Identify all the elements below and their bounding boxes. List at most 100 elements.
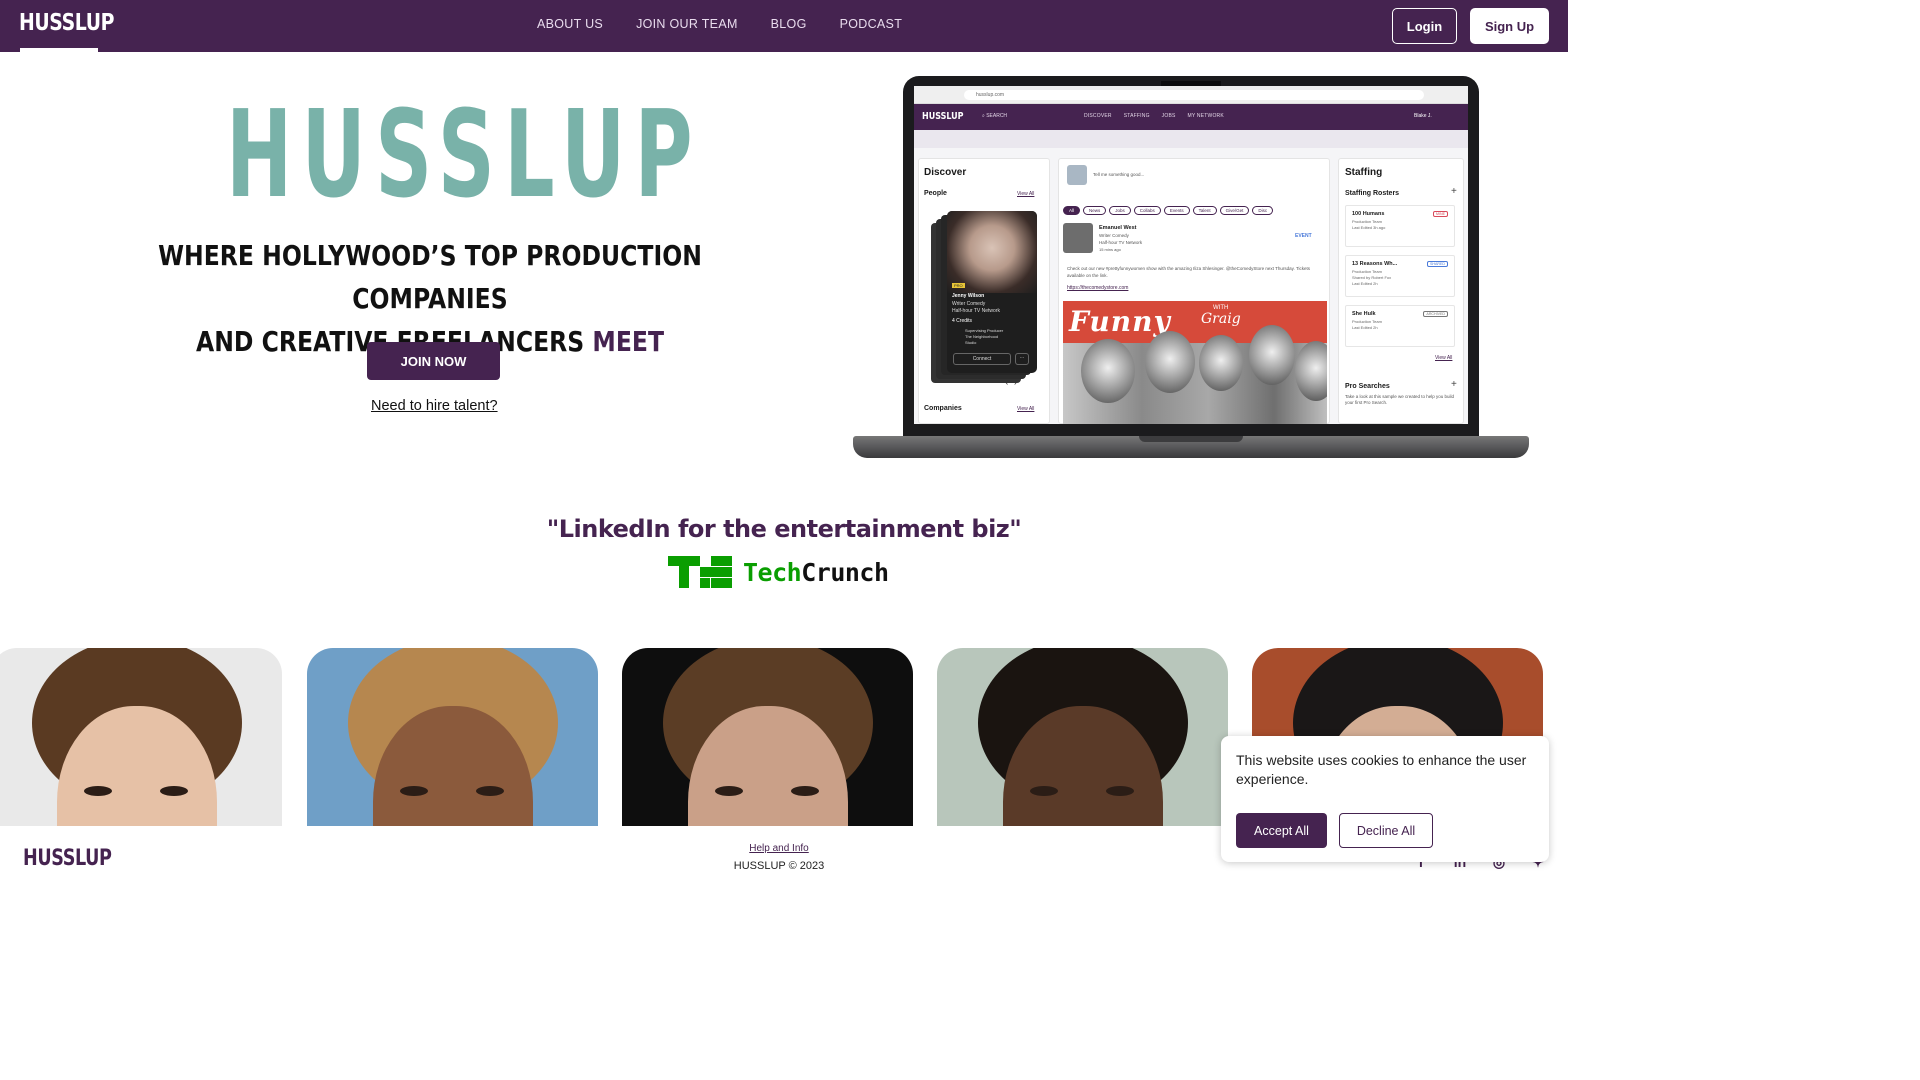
roster-meta: Last Edited 2h [1352, 325, 1378, 330]
hero-wordmark: HUSSLUP [226, 86, 702, 225]
post-image-sub: Graig [1201, 311, 1241, 327]
post-author-company: Half-hour TV Network [1099, 240, 1143, 245]
app-preview-navbar: HUSSLUP ⌕ SEARCH DISCOVER STAFFING JOBS … [914, 104, 1468, 130]
app-preview-banner [914, 130, 1468, 148]
person-company: Half-hour TV Network [952, 308, 1000, 314]
login-button[interactable]: Login [1392, 8, 1457, 44]
nav-link-about-us[interactable]: ABOUT US [537, 17, 603, 31]
roster-team: Production Team [1352, 269, 1382, 274]
post-link: https://thecomedystore.com [1067, 285, 1129, 291]
nav-link-podcast[interactable]: PODCAST [840, 17, 903, 31]
post-image-face-4 [1249, 325, 1295, 385]
app-preview-nav-staffing: STAFFING [1123, 113, 1150, 119]
app-preview-nav-my-network: MY NETWORK [1187, 113, 1224, 119]
hero-tagline-line1: WHERE HOLLYWOOD’S TOP PRODUCTION COMPANI… [158, 239, 702, 315]
hire-talent-link[interactable]: Need to hire talent? [371, 398, 498, 414]
app-preview-body: Discover People View All PRO Jenny Wilso… [914, 148, 1468, 424]
signup-button[interactable]: Sign Up [1470, 8, 1549, 44]
post-text: Check out our new #prettyfunnywomen show… [1067, 266, 1311, 278]
credit-role: Supervising Producer [965, 328, 1004, 333]
roster-name: 13 Reasons Wh... [1352, 261, 1398, 267]
composer-placeholder: Tell me something good... [1093, 172, 1145, 177]
post-image-face-3 [1199, 335, 1243, 391]
companies-view-all: View All [1017, 406, 1035, 412]
top-nav: HUSSLUP ABOUT US JOIN OUR TEAM BLOG PODC… [0, 0, 1568, 52]
app-preview-nav: DISCOVER STAFFING JOBS MY NETWORK [1084, 113, 1224, 119]
roster-name: 100 Humans [1352, 211, 1385, 217]
post-image: Funny WITH Graig [1063, 301, 1327, 424]
techcrunch-wordmark: TechCrunch [743, 558, 889, 587]
talent-photo-left-eye [84, 786, 112, 796]
browser-chrome: husslup.com [914, 86, 1468, 104]
talent-photo-right-eye [160, 786, 188, 796]
chip-events: Events [1163, 206, 1190, 215]
staffing-panel: Staffing Staffing Rosters + 100 Humans P… [1338, 158, 1464, 424]
app-preview-search: ⌕ SEARCH [982, 113, 1008, 119]
talent-photo-left-eye [715, 786, 743, 796]
chip-all: All [1063, 206, 1081, 215]
nav-link-join-our-team[interactable]: JOIN OUR TEAM [636, 17, 738, 31]
nav-link-blog[interactable]: BLOG [771, 17, 807, 31]
cookie-consent-banner: This website uses cookies to enhance the… [1221, 736, 1549, 862]
pro-searches-heading: Pro Searches [1345, 383, 1390, 390]
decline-all-cookies-button[interactable]: Decline All [1339, 813, 1433, 848]
talent-photo-left-eye [1030, 786, 1058, 796]
chip-jobs: Jobs [1109, 206, 1131, 215]
credit-studio: Studio [965, 340, 977, 345]
app-preview-search-label: SEARCH [986, 113, 1008, 119]
post-image-face-5 [1295, 341, 1327, 401]
staffing-rosters-heading: Staffing Rosters [1345, 190, 1400, 197]
staffing-title: Staffing [1345, 167, 1383, 178]
people-heading: People [924, 190, 947, 197]
post-image-face-2 [1145, 331, 1195, 393]
rosters-view-all: View All [1435, 355, 1453, 361]
composer-avatar [1067, 165, 1087, 185]
laptop-lip [1139, 436, 1243, 442]
carousel-arrows-icon: ‹ › [1005, 377, 1018, 388]
accept-all-cookies-button[interactable]: Accept All [1236, 813, 1327, 848]
people-view-all: View All [1017, 191, 1035, 197]
roster-card: 13 Reasons Wh... Production Team Shared … [1345, 255, 1455, 297]
roster-tag: ARCHIVED [1423, 311, 1448, 317]
app-preview-nav-jobs: JOBS [1161, 113, 1176, 119]
app-preview-nav-discover: DISCOVER [1084, 113, 1112, 119]
roster-meta: Shared by Robert Fox [1352, 275, 1392, 280]
roster-tag: MINE [1433, 211, 1448, 217]
post-avatar [1063, 223, 1093, 253]
roster-card: 100 Humans Production Team Last Edited 3… [1345, 205, 1455, 247]
techcrunch-mark-icon [668, 556, 732, 588]
roster-meta-2: Last Edited 2h [1352, 281, 1378, 286]
nav-logo[interactable]: HUSSLUP [19, 10, 114, 36]
person-card: PRO Jenny Wilson Writer Comedy Half-hour… [947, 211, 1037, 373]
talent-photo-right-eye [1106, 786, 1134, 796]
person-role: Writer Comedy [952, 301, 986, 307]
nav-links: ABOUT US JOIN OUR TEAM BLOG PODCAST [537, 17, 902, 31]
talent-photo-left-eye [400, 786, 428, 796]
post-author-name: Emanuel West [1099, 225, 1137, 231]
post-image-face-1 [1081, 339, 1135, 403]
feed-panel: Tell me something good... All News Jobs Col… [1058, 158, 1330, 424]
talent-photo-right-eye [476, 786, 504, 796]
chip-news: News [1083, 206, 1107, 215]
person-name: Jenny Wilson [952, 293, 985, 299]
roster-meta: Last Edited 3h ago [1352, 225, 1386, 230]
join-now-button[interactable]: JOIN NOW [367, 342, 500, 380]
chip-disc: Disc [1252, 206, 1274, 215]
app-preview-user: Blake J. [1414, 113, 1432, 119]
connect-button: Connect [953, 353, 1011, 365]
discover-panel: Discover People View All PRO Jenny Wilso… [918, 158, 1050, 424]
companies-heading: Companies [924, 405, 962, 412]
post-event-tag: EVENT [1295, 233, 1312, 239]
chip-talent: Talent [1192, 206, 1217, 215]
talent-photo [0, 648, 282, 838]
post-author-role: Writer Comedy [1099, 233, 1129, 238]
pro-badge: PRO [952, 283, 965, 288]
person-credits: 4 Credits [952, 318, 973, 324]
post-image-title: Funny [1069, 305, 1171, 338]
person-photo [947, 211, 1037, 293]
roster-card: She Hulk Production Team Last Edited 2h … [1345, 305, 1455, 347]
roster-tag: SHARED [1427, 261, 1448, 267]
techcrunch-wordmark-tech: Tech [743, 558, 802, 587]
add-pro-search-icon: + [1451, 379, 1457, 390]
techcrunch-logo: TechCrunch [668, 556, 908, 592]
